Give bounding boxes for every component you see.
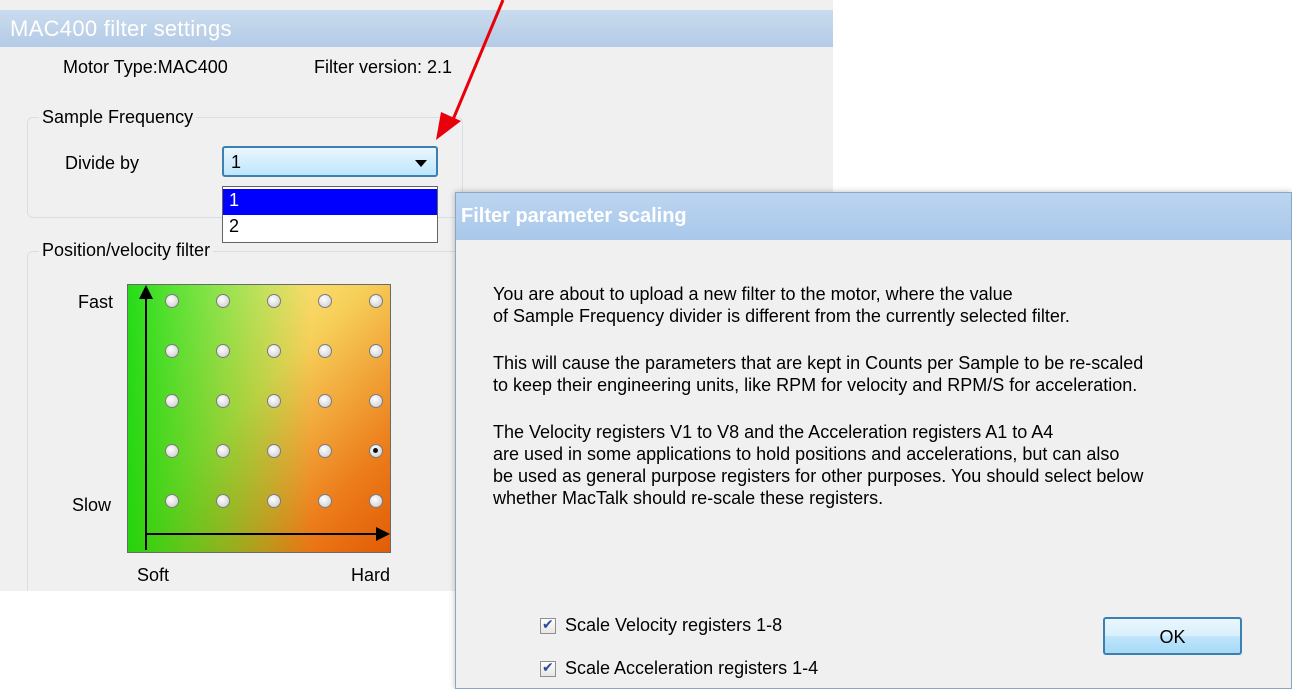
filter-radio-r3-c5[interactable] <box>369 394 383 408</box>
divide-by-combobox[interactable]: 1 <box>222 146 438 177</box>
filter-radio-r3-c3[interactable] <box>267 394 281 408</box>
filter-radio-r1-c5[interactable] <box>369 294 383 308</box>
filter-radio-r5-c5[interactable] <box>369 494 383 508</box>
filter-radio-r4-c3[interactable] <box>267 444 281 458</box>
hard-label: Hard <box>351 565 391 585</box>
filter-radio-r3-c4[interactable] <box>318 394 332 408</box>
message-paragraph-3: The Velocity registers V1 to V8 and the … <box>493 422 1144 508</box>
filter-radio-r4-c1[interactable] <box>165 444 179 458</box>
scale-acceleration-checkbox[interactable] <box>540 659 556 677</box>
divide-by-dropdown-list: 1 2 <box>222 186 438 243</box>
filter-radio-r1-c1[interactable] <box>165 294 179 308</box>
scale-velocity-label[interactable]: Scale Velocity registers 1-8 <box>565 615 782 636</box>
window-title: MAC400 filter settings <box>0 10 833 47</box>
filter-version-label: Filter version: 2.1 <box>314 57 453 77</box>
filter-radio-r2-c1[interactable] <box>165 344 179 358</box>
combobox-value: 1 <box>231 152 242 172</box>
filter-radio-r5-c3[interactable] <box>267 494 281 508</box>
scale-acceleration-label[interactable]: Scale Acceleration registers 1-4 <box>565 658 818 679</box>
filter-radio-r5-c4[interactable] <box>318 494 332 508</box>
filter-radio-r5-c1[interactable] <box>165 494 179 508</box>
position-velocity-filter-caption: Position/velocity filter <box>39 240 214 261</box>
fast-label: Fast <box>78 292 114 312</box>
filter-radio-r2-c3[interactable] <box>267 344 281 358</box>
filter-radio-r4-c4[interactable] <box>318 444 332 458</box>
message-paragraph-1: You are about to upload a new filter to … <box>493 284 1070 326</box>
slow-label: Slow <box>72 495 112 515</box>
divide-by-label: Divide by <box>65 153 140 173</box>
message-paragraph-2: This will cause the parameters that are … <box>493 353 1144 395</box>
sample-frequency-caption: Sample Frequency <box>39 107 197 128</box>
filter-radio-r1-c2[interactable] <box>216 294 230 308</box>
filter-radio-r5-c2[interactable] <box>216 494 230 508</box>
filter-radio-r4-c2[interactable] <box>216 444 230 458</box>
filter-radio-r2-c5[interactable] <box>369 344 383 358</box>
dialog-title: Filter parameter scaling <box>456 193 1291 240</box>
filter-selection-grid <box>127 284 391 553</box>
filter-radio-r3-c1[interactable] <box>165 394 179 408</box>
dialog-message: You are about to upload a new filter to … <box>493 283 1291 534</box>
dropdown-option-1[interactable]: 1 <box>223 189 437 215</box>
arrow-right-icon <box>376 527 390 541</box>
vertical-axis <box>145 295 147 550</box>
filter-radio-r1-c4[interactable] <box>318 294 332 308</box>
filter-radio-r4-c5[interactable] <box>369 444 383 458</box>
horizontal-axis <box>145 533 385 535</box>
motor-type-label: Motor Type:MAC400 <box>63 57 228 77</box>
arrow-up-icon <box>139 285 153 299</box>
ok-button[interactable]: OK <box>1103 617 1242 655</box>
filter-radio-r3-c2[interactable] <box>216 394 230 408</box>
scale-velocity-checkbox[interactable] <box>540 616 556 634</box>
filter-radio-r2-c4[interactable] <box>318 344 332 358</box>
filter-parameter-scaling-dialog: Filter parameter scaling You are about t… <box>455 192 1292 689</box>
filter-radio-r2-c2[interactable] <box>216 344 230 358</box>
chevron-down-icon[interactable] <box>415 160 427 167</box>
soft-label: Soft <box>137 565 170 585</box>
dropdown-option-2[interactable]: 2 <box>223 215 437 241</box>
filter-radio-r1-c3[interactable] <box>267 294 281 308</box>
